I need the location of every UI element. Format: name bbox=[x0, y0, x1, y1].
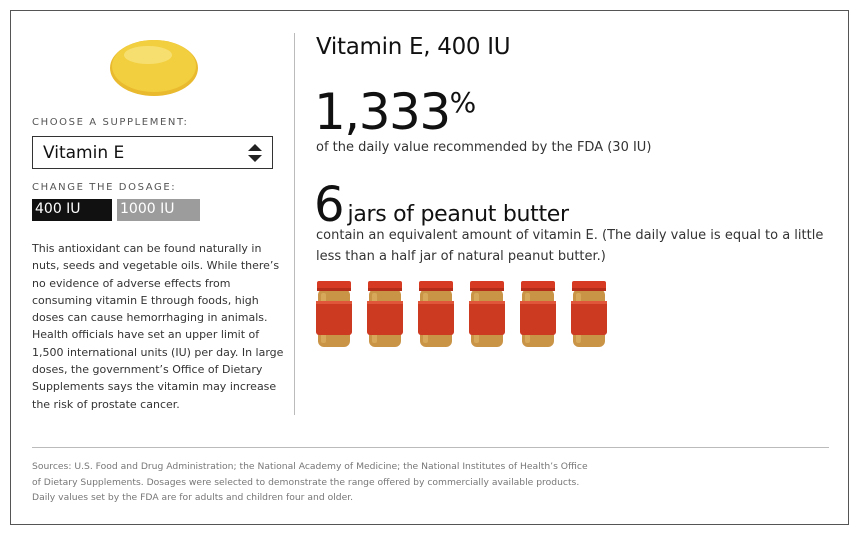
daily-value-percent: 1,333% bbox=[314, 87, 476, 137]
jar-equivalent-heading: 6 jars of peanut butter bbox=[314, 181, 569, 229]
supplement-pill-icon bbox=[108, 37, 200, 99]
result-title: Vitamin E, 400 IU bbox=[316, 34, 511, 60]
choose-supplement-label: CHOOSE A SUPPLEMENT: bbox=[32, 117, 189, 128]
peanut-butter-jar-icon bbox=[519, 281, 557, 349]
equivalent-caption: contain an equivalent amount of vitamin … bbox=[316, 228, 824, 264]
footer-divider bbox=[32, 447, 829, 448]
up-down-arrows-icon bbox=[248, 144, 262, 162]
peanut-butter-jar-icon bbox=[366, 281, 404, 349]
peanut-butter-jar-icon bbox=[570, 281, 608, 349]
jar-unit-label: jars of peanut butter bbox=[347, 202, 570, 227]
peanut-butter-jar-icon bbox=[417, 281, 455, 349]
percent-value: 1,333 bbox=[314, 83, 451, 141]
dosage-1000iu-button[interactable]: 1000 IU bbox=[117, 199, 200, 221]
jar-row bbox=[315, 281, 608, 349]
dosage-400iu-button[interactable]: 400 IU bbox=[32, 199, 112, 221]
supplement-select-value: Vitamin E bbox=[43, 143, 125, 163]
supplement-description: This antioxidant can be found naturally … bbox=[32, 242, 284, 411]
sources-note: Sources: U.S. Food and Drug Administrati… bbox=[32, 461, 588, 503]
supplement-select[interactable]: Vitamin E bbox=[32, 136, 273, 169]
peanut-butter-jar-icon bbox=[468, 281, 506, 349]
percent-sign: % bbox=[449, 86, 477, 119]
graphic-frame: CHOOSE A SUPPLEMENT: Vitamin E CHANGE TH… bbox=[10, 10, 849, 525]
column-divider bbox=[294, 33, 295, 415]
peanut-butter-jar-icon bbox=[315, 281, 353, 349]
daily-value-caption: of the daily value recommended by the FD… bbox=[316, 140, 652, 155]
change-dosage-label: CHANGE THE DOSAGE: bbox=[32, 182, 177, 193]
